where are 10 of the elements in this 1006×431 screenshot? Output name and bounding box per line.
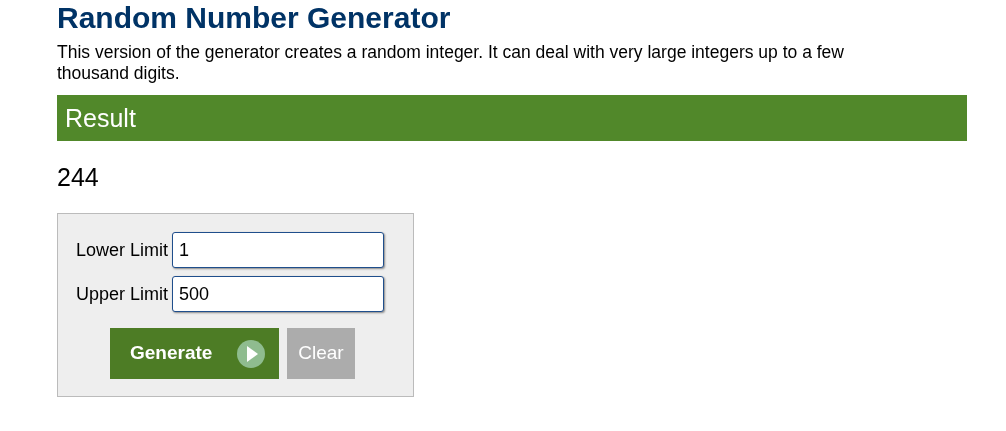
field-label: Lower Limit [76, 238, 169, 262]
generate-button[interactable]: Generate [110, 328, 279, 379]
result-header: Result [57, 95, 967, 141]
page-title: Random Number Generator [57, 0, 452, 36]
field-label: Upper Limit [76, 282, 169, 306]
input-field[interactable]: 500 [172, 276, 385, 312]
description: This version of the generator creates a random integer. It can deal with very large integers up to a few thousand digits. [57, 42, 845, 84]
play-icon [237, 339, 265, 368]
result-value: 244 [57, 163, 99, 191]
input-field[interactable]: 1 [172, 232, 385, 268]
